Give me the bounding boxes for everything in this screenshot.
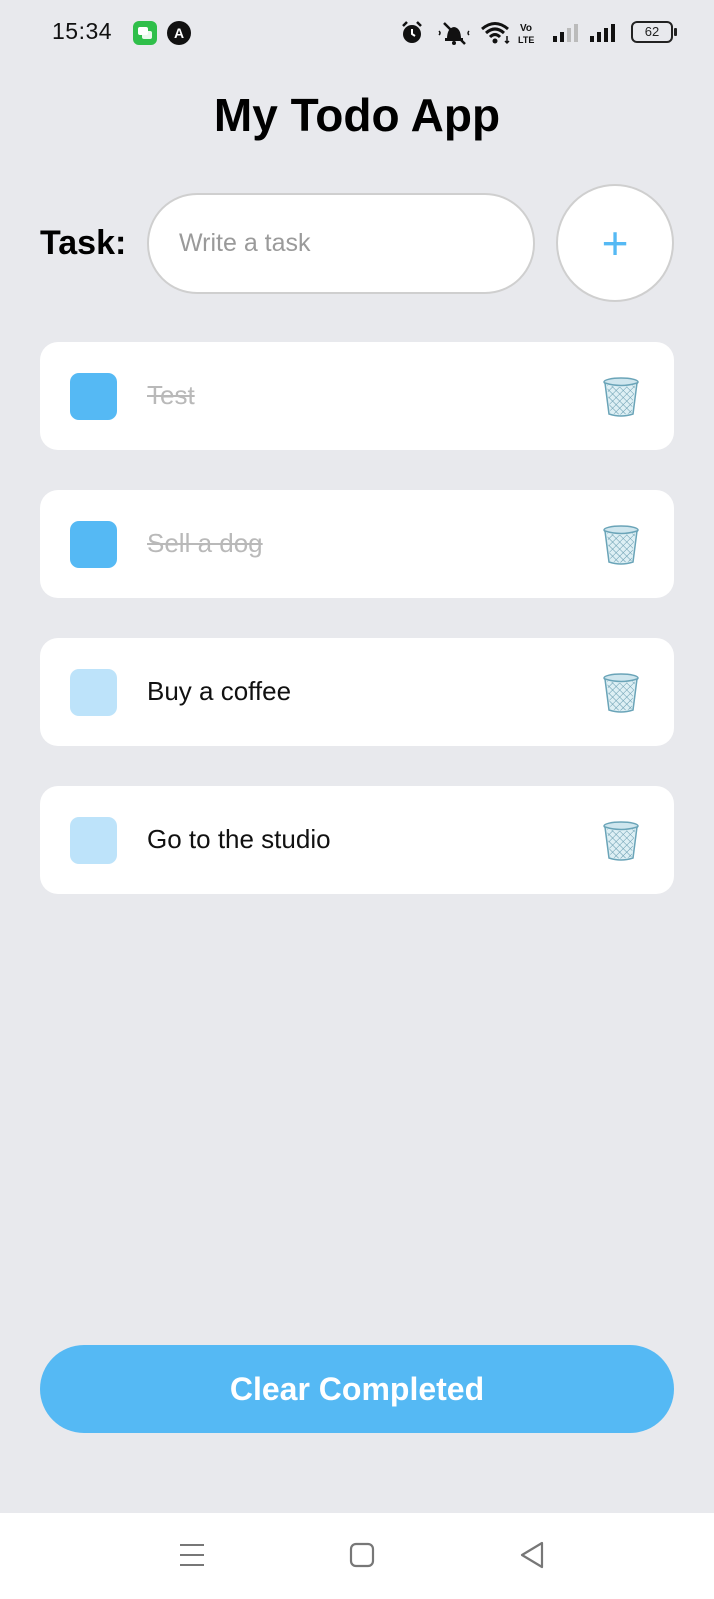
task-text[interactable]: Go to the studio (147, 824, 331, 855)
back-icon[interactable] (512, 1535, 552, 1575)
muted-bell-icon (438, 22, 470, 45)
trash-icon[interactable] (602, 820, 640, 862)
task-item: Go to the studio (40, 786, 674, 894)
task-list: Test Sell a dog Buy a coffee Go to the stud… (40, 342, 674, 934)
wifi-icon (481, 22, 510, 45)
page-title: My Todo App (213, 89, 501, 141)
task-input[interactable] (147, 193, 535, 294)
battery-icon: 62 (631, 21, 677, 43)
app-notification-icon: A (167, 21, 191, 45)
svg-text:Vo: Vo (520, 23, 532, 34)
task-item: Buy a coffee (40, 638, 674, 746)
task-text[interactable]: Buy a coffee (147, 676, 291, 707)
task-label: Task: (40, 224, 127, 262)
task-checkbox[interactable] (70, 373, 117, 420)
alarm-icon (402, 21, 422, 43)
task-checkbox[interactable] (70, 817, 117, 864)
messages-notification-icon (133, 21, 157, 45)
trash-icon[interactable] (602, 524, 640, 566)
clear-completed-button[interactable]: Clear Completed (40, 1345, 674, 1433)
task-checkbox[interactable] (70, 669, 117, 716)
task-item: Test (40, 342, 674, 450)
task-checkbox[interactable] (70, 521, 117, 568)
signal-icon (553, 24, 578, 42)
app-screen: 15:34 A Vo LTE 62 My Todo App Task: Writ… (0, 0, 714, 1599)
svg-text:LTE: LTE (518, 35, 534, 45)
trash-icon[interactable] (602, 376, 640, 418)
navigation-bar (0, 1513, 714, 1599)
trash-icon[interactable] (602, 672, 640, 714)
add-task-button[interactable]: + (556, 184, 674, 302)
signal-icon (590, 24, 615, 42)
home-icon[interactable] (342, 1535, 382, 1575)
task-text[interactable]: Sell a dog (147, 528, 263, 559)
menu-icon[interactable] (172, 1535, 212, 1575)
status-time: 15:34 (52, 18, 113, 44)
task-text[interactable]: Test (147, 380, 195, 411)
status-bar: 15:34 A Vo LTE 62 (0, 0, 714, 64)
task-item: Sell a dog (40, 490, 674, 598)
volte-icon: Vo LTE (518, 23, 534, 45)
